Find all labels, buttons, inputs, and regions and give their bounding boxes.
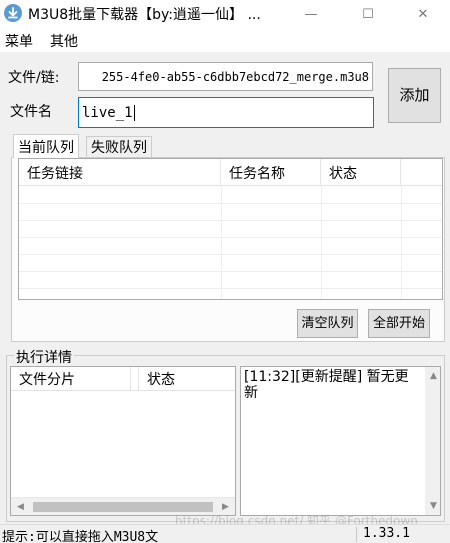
minimize-icon: — (304, 6, 318, 22)
column-gridline (321, 186, 322, 299)
column-gridline (221, 186, 222, 299)
tab-current-queue[interactable]: 当前队列 (13, 134, 79, 158)
row-gridline (19, 220, 442, 221)
column-splitter[interactable] (131, 367, 139, 391)
url-input[interactable]: 255-4fe0-ab55-c6dbb7ebcd72_merge.m3u8 (78, 62, 373, 91)
status-separator (356, 527, 357, 542)
row-gridline (19, 237, 442, 238)
clear-queue-button[interactable]: 清空队列 (297, 309, 358, 338)
scroll-down-icon[interactable]: ▼ (425, 498, 440, 514)
column-header-task-name[interactable]: 任务名称 (221, 159, 321, 186)
vertical-scrollbar[interactable]: ▲ ▼ (425, 367, 440, 515)
segment-list[interactable]: 文件分片 状态 ◀ ▶ (10, 366, 236, 516)
maximize-icon: ☐ (362, 6, 374, 22)
close-button[interactable]: ✕ (400, 0, 446, 28)
start-all-button[interactable]: 全部开始 (368, 309, 430, 338)
filename-input[interactable]: live_1 (78, 97, 374, 128)
row-gridline (19, 271, 442, 272)
title-bar[interactable]: M3U8批量下载器【by:逍遥一仙】 ... — ☐ ✕ (0, 0, 450, 28)
url-label: 文件/链: (8, 70, 60, 86)
tab-failed-queue[interactable]: 失败队列 (86, 136, 152, 157)
maximize-button[interactable]: ☐ (345, 0, 391, 28)
column-header-segment-status[interactable]: 状态 (139, 367, 235, 391)
filename-label: 文件名 (10, 104, 52, 120)
scroll-up-icon[interactable]: ▲ (425, 368, 440, 384)
log-output[interactable]: [11:32][更新提醒] 暂无更新 ▲ ▼ (240, 366, 441, 516)
queue-list[interactable]: 任务链接 任务名称 状态 (18, 158, 443, 300)
filename-input-value: live_1 (82, 104, 133, 121)
scrollbar-thumb[interactable] (33, 502, 213, 512)
text-caret (133, 104, 135, 121)
window-title: M3U8批量下载器【by:逍遥一仙】 ... (28, 7, 261, 23)
column-header-status[interactable]: 状态 (321, 159, 401, 186)
download-icon (4, 4, 22, 22)
close-icon: ✕ (417, 6, 429, 22)
column-header-segment[interactable]: 文件分片 (11, 367, 131, 391)
status-bar: 提示:可以直接拖入M3U8文 1.33.1 (0, 524, 450, 543)
version-label: 1.33.1 (363, 526, 410, 541)
menu-item-other[interactable]: 其他 (50, 31, 78, 51)
minimize-button[interactable]: — (288, 0, 334, 28)
queue-list-header: 任务链接 任务名称 状态 (19, 159, 442, 186)
row-gridline (19, 203, 442, 204)
column-header-task-link[interactable]: 任务链接 (19, 159, 221, 186)
segment-list-header: 文件分片 状态 (11, 367, 235, 391)
row-gridline (19, 254, 442, 255)
add-button[interactable]: 添加 (388, 68, 441, 123)
row-gridline (19, 288, 442, 289)
menu-bar: 菜单 其他 (0, 28, 450, 52)
url-input-value: 255-4fe0-ab55-c6dbb7ebcd72_merge.m3u8 (101, 69, 369, 84)
menu-item-menu[interactable]: 菜单 (5, 31, 33, 51)
status-hint: 提示:可以直接拖入M3U8文 (2, 530, 159, 543)
details-group-title: 执行详情 (14, 347, 74, 367)
scroll-left-icon[interactable]: ◀ (12, 499, 29, 515)
log-text: [11:32][更新提醒] 暂无更新 (244, 369, 409, 401)
column-gridline (401, 186, 402, 299)
